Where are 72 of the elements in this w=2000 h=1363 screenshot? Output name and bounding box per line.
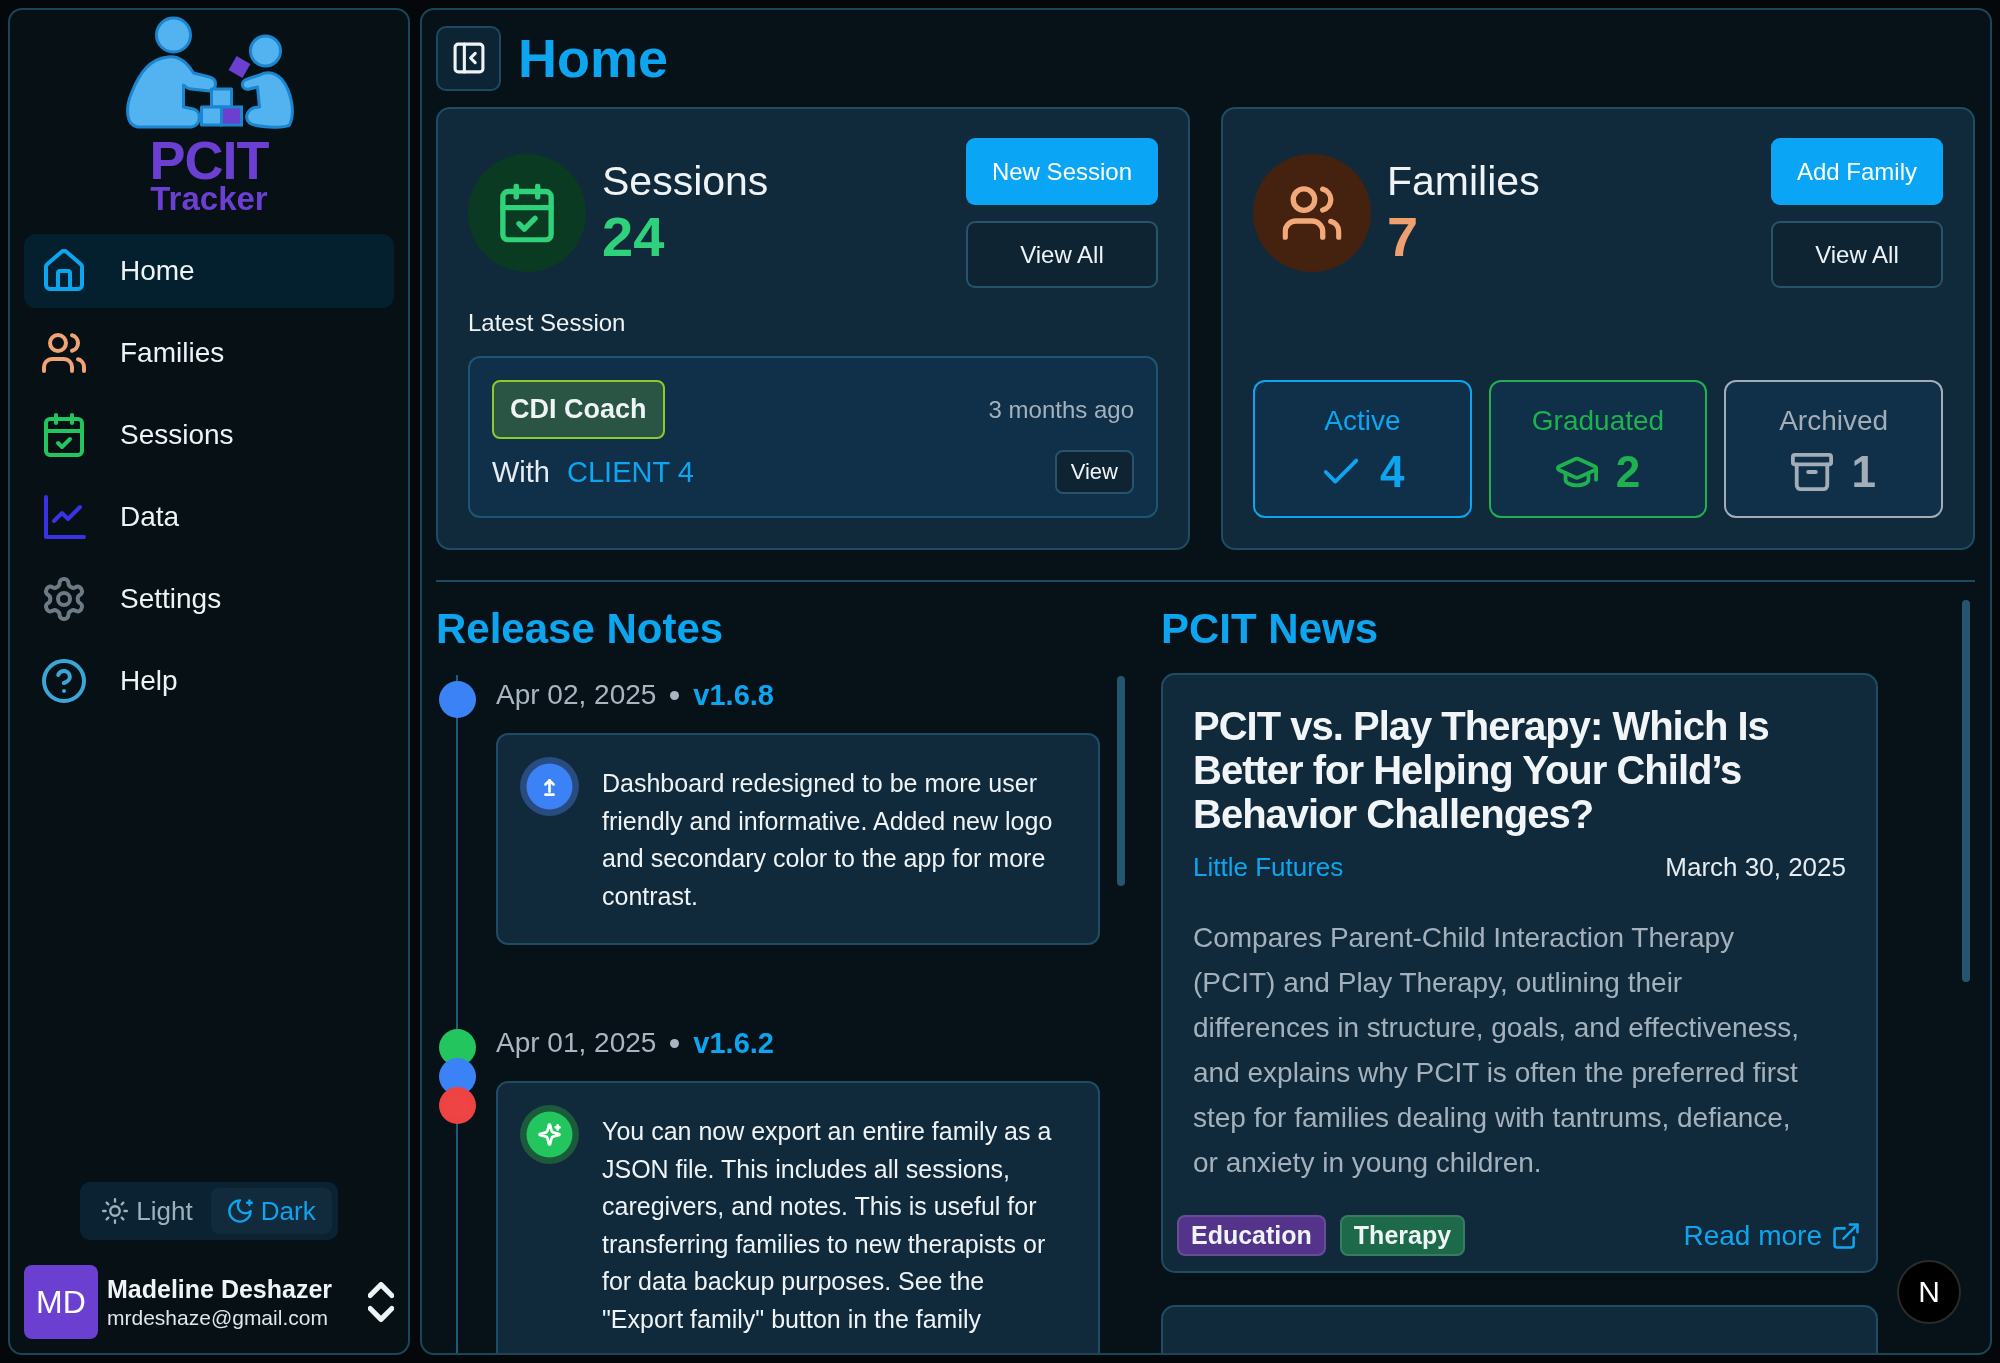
view-all-button[interactable]: View All [965,221,1158,288]
status-card[interactable]: Active 4 [1253,380,1472,518]
status-card[interactable]: Graduated 2 [1488,380,1708,518]
client-link[interactable]: CLIENT 4 [567,455,694,489]
dev-tools-button[interactable]: N [1897,1260,1961,1324]
user-avatar: MD [24,1265,98,1339]
scrollbar-thumb[interactable] [1117,676,1125,886]
page-title: Home [518,27,669,90]
read-more-link[interactable]: Read more [1683,1219,1860,1252]
nav-item[interactable]: Families [24,316,394,390]
view-session-button[interactable]: View [1054,450,1134,494]
logo-title: PCIT [149,137,269,183]
calendar-check-icon [468,154,586,272]
families-title: Families [1387,157,1540,205]
sun-icon [102,1198,129,1224]
nav-item[interactable]: Help [24,644,394,718]
release-note-text: Dashboard redesigned to be more user friendly and informative. Added new logo and secondary color to the app for more contrast. [602,768,1054,912]
status-count: 4 [1380,450,1405,494]
arrow-up-icon [520,757,579,816]
source-link[interactable]: Little Futures [1193,851,1344,883]
home-icon [42,249,86,293]
scrollbar-thumb[interactable] [1962,600,1970,982]
nav-item[interactable]: Sessions [24,398,394,472]
families-count: 7 [1387,205,1419,269]
status-label: Archived [1779,404,1889,438]
nav-item[interactable]: Data [24,480,394,554]
nav-item[interactable]: Settings [24,562,394,636]
article-date: March 30, 2025 [1665,851,1846,883]
calendar-check-icon [42,413,86,457]
status-label: Active [1324,404,1401,438]
separator-dot-icon [670,690,680,700]
time-ago-text: 3 months ago [988,395,1134,424]
line-chart-icon [42,495,86,539]
release-note-text: You can now export an entire family as a JSON file. This includes all sessions, caregivers, and notes. This is useful for transferring families to new therapists or for data backup purposes. See the "Export family" button in the family [602,1116,1053,1335]
section-heading: PCIT News [1161,604,1379,654]
users-icon [42,331,86,375]
version-label: v1.6.8 [693,678,774,712]
section-heading: Release Notes [436,604,724,654]
help-icon [42,659,86,703]
chevrons-up-down-icon[interactable] [368,1282,394,1322]
settings-icon [42,577,86,621]
view-all-button[interactable]: View All [1770,221,1943,288]
status-count: 1 [1851,450,1876,494]
archive-box-icon [1791,451,1834,493]
category-tag[interactable]: Education [1177,1215,1326,1256]
article-summary: Compares Parent-Child Interaction Therapy (PCIT) and Play Therapy, outlining their differences in structure, goals, and effectiveness, and explains why PCIT is often the preferred first step for families dealing with tantrums, defiance, or anxiety in young children. [1193,921,1800,1180]
users-icon [1253,154,1371,272]
session-type-badge: CDI Coach [492,380,665,439]
release-date: Apr 01, 2025 [496,1027,657,1059]
sparkle-icon [520,1105,579,1164]
external-link-icon [1832,1221,1860,1250]
sessions-count: 24 [602,205,665,269]
moon-icon [226,1198,253,1224]
sidebar-toggle-button[interactable] [436,25,501,91]
sessions-title: Sessions [602,157,769,205]
release-date: Apr 02, 2025 [496,679,657,711]
article-title: PCIT vs. Play Therapy: Which Is Better for Helping Your Child’s Behavior Challenges? [1193,704,1770,836]
category-tag[interactable]: Therapy [1339,1215,1466,1256]
status-count: 2 [1615,450,1641,494]
user-name: Madeline Deshazer [107,1274,333,1304]
status-card[interactable]: Archived 1 [1724,380,1943,518]
user-email: mrdeshaze@gmail.com [107,1305,328,1330]
with-label: With [492,455,550,489]
version-label: v1.6.2 [693,1026,774,1060]
theme-option[interactable]: Dark [210,1188,332,1234]
separator-dot-icon [670,1038,680,1048]
panel-left-icon [451,41,486,75]
latest-session-label: Latest Session [468,308,626,338]
theme-option[interactable]: Light [86,1188,209,1234]
nav-item[interactable]: Home [24,234,394,308]
status-label: Graduated [1531,404,1665,438]
logo-subtitle: Tracker [150,183,268,215]
